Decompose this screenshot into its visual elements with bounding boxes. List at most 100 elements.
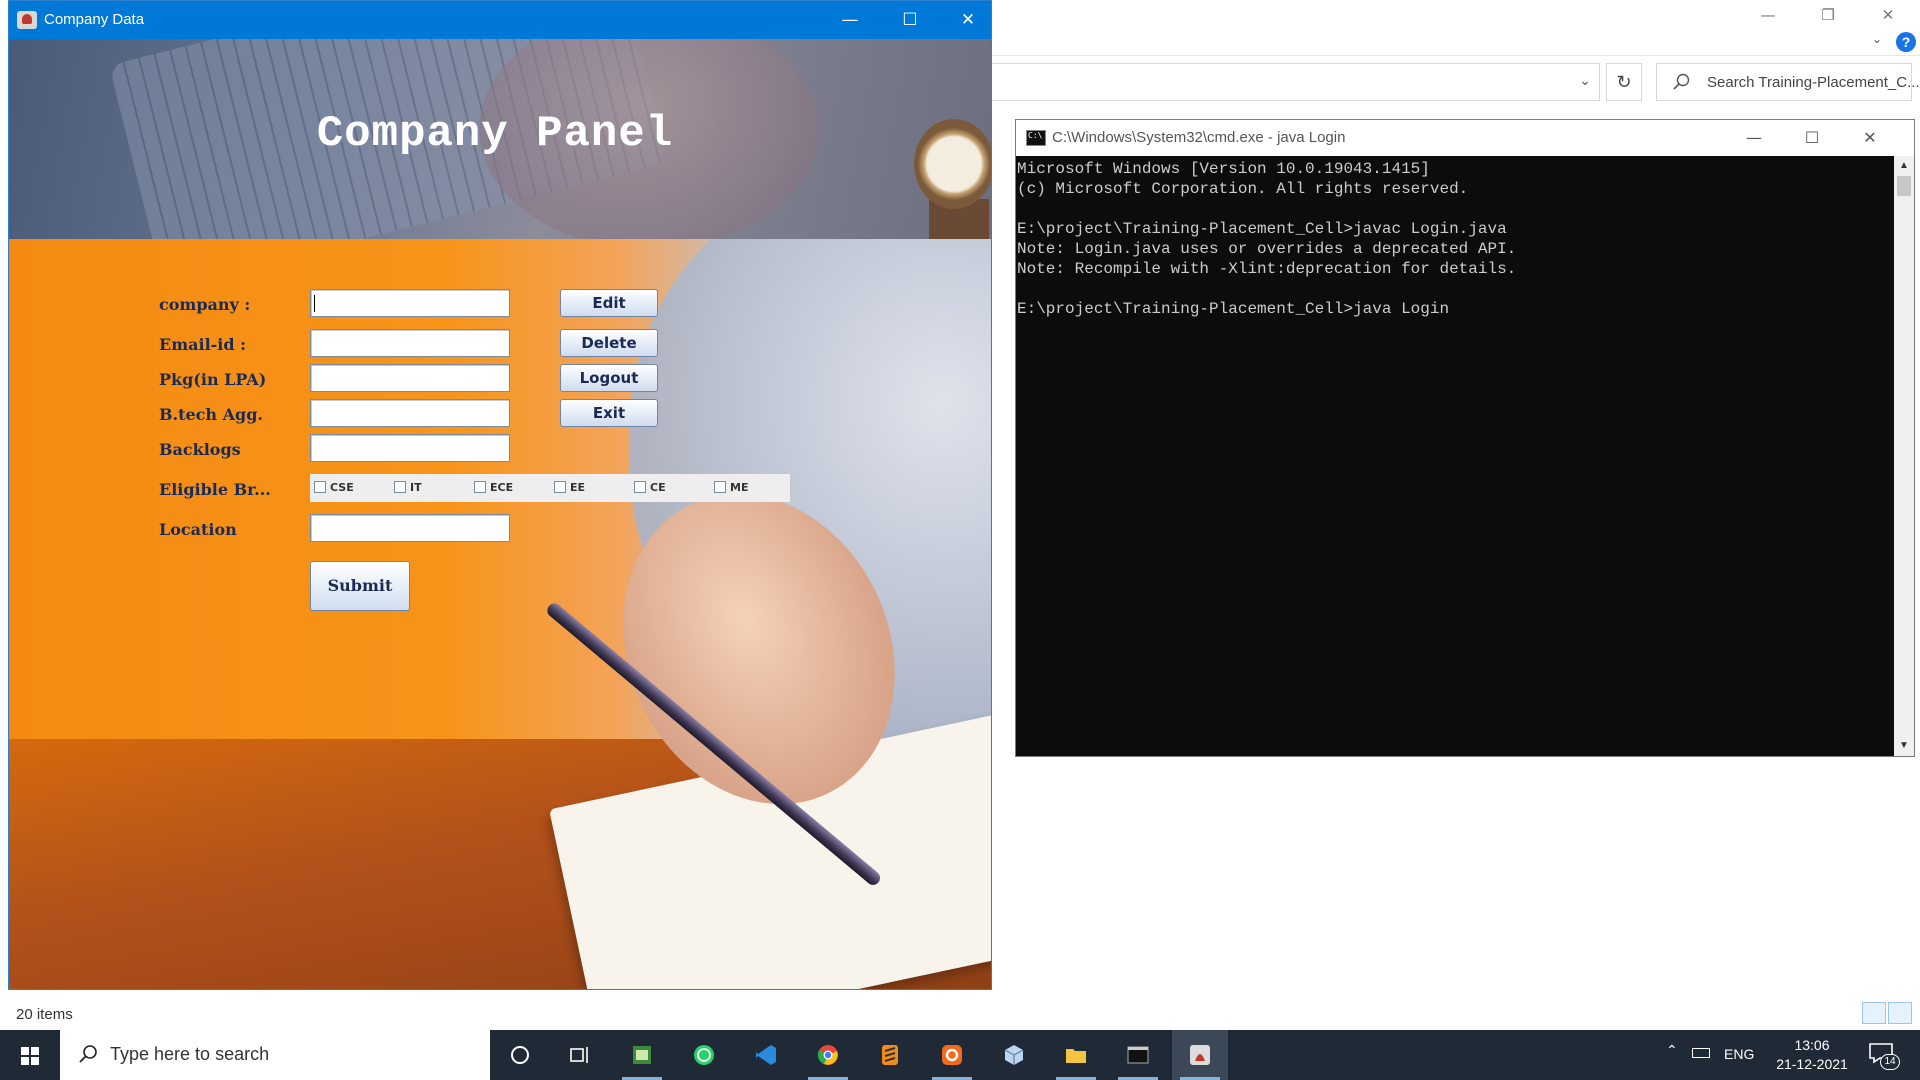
notepad-icon[interactable] — [614, 1030, 670, 1080]
checkbox-me[interactable]: ME — [714, 481, 748, 494]
checkbox-ee[interactable]: EE — [554, 481, 585, 494]
btech-field[interactable] — [310, 399, 510, 427]
exit-button[interactable]: Exit — [560, 399, 658, 427]
location-label: Location — [159, 520, 237, 539]
box-icon[interactable] — [986, 1030, 1042, 1080]
explorer-minimize-button[interactable]: — — [1740, 2, 1796, 28]
checkbox-label: IT — [410, 481, 422, 494]
checkbox-ece[interactable]: ECE — [474, 481, 513, 494]
clock[interactable]: 13:06 21-12-2021 — [1772, 1036, 1852, 1074]
sublime-icon[interactable] — [862, 1030, 918, 1080]
language-indicator[interactable]: ENG — [1724, 1046, 1754, 1062]
company-field[interactable] — [310, 289, 510, 317]
cmd-minimize-button[interactable]: — — [1726, 122, 1782, 154]
cmd-title: C:\Windows\System32\cmd.exe - java Login — [1052, 129, 1346, 146]
cmd-titlebar[interactable]: C:\Windows\System32\cmd.exe - java Login… — [1016, 120, 1914, 156]
company-label: company : — [159, 295, 251, 314]
console-line: E:\project\Training-Placement_Cell>javac… — [1017, 220, 1507, 238]
search-icon — [1673, 73, 1690, 90]
whatsapp-icon[interactable] — [676, 1030, 732, 1080]
page-title: Company Panel — [316, 109, 674, 159]
file-explorer-icon[interactable] — [1048, 1030, 1104, 1080]
cmd-close-button[interactable]: ✕ — [1842, 122, 1898, 154]
email-label: Email-id : — [159, 335, 247, 354]
details-view-icon[interactable] — [1862, 1002, 1886, 1024]
checkbox-label: ME — [730, 481, 749, 494]
pkg-field[interactable] — [310, 364, 510, 392]
backlogs-field[interactable] — [310, 434, 510, 462]
btech-label: B.tech Agg. — [159, 405, 263, 424]
taskbar-search-input[interactable]: Type here to search — [60, 1030, 490, 1080]
cortana-icon[interactable] — [492, 1030, 548, 1080]
battery-icon[interactable] — [1692, 1048, 1710, 1058]
clock-date: 21-12-2021 — [1776, 1056, 1848, 1072]
console-line: E:\project\Training-Placement_Cell>java … — [1017, 300, 1450, 318]
cmd-scrollbar[interactable]: ▲ ▼ — [1894, 156, 1914, 756]
cmd-icon — [1026, 130, 1046, 146]
edit-button[interactable]: Edit — [560, 289, 658, 317]
checkbox-icon — [474, 481, 486, 493]
scroll-down-icon[interactable]: ▼ — [1894, 736, 1914, 756]
explorer-restore-button[interactable]: ❐ — [1800, 2, 1856, 28]
cmd-maximize-button[interactable]: ☐ — [1784, 122, 1840, 154]
help-icon[interactable]: ? — [1896, 32, 1916, 52]
checkbox-it[interactable]: IT — [394, 481, 422, 494]
delete-button[interactable]: Delete — [560, 329, 658, 357]
app-close-button[interactable]: ✕ — [939, 1, 991, 39]
checkbox-icon — [634, 481, 646, 493]
xampp-icon[interactable] — [924, 1030, 980, 1080]
java-app-icon — [17, 11, 37, 29]
console-line: Note: Login.java uses or overrides a dep… — [1017, 240, 1517, 258]
checkbox-icon — [554, 481, 566, 493]
explorer-item-count: 20 items — [16, 1006, 73, 1023]
eligible-branches-label: Eligible Br... — [159, 480, 271, 499]
branch-checkbox-group: CSE IT ECE EE CE ME — [310, 474, 790, 502]
start-button[interactable] — [0, 1030, 60, 1080]
checkbox-cse[interactable]: CSE — [314, 481, 354, 494]
ribbon-divider — [990, 55, 1920, 56]
console-line: Microsoft Windows [Version 10.0.19043.14… — [1017, 160, 1430, 178]
header-banner: Company Panel — [9, 39, 991, 239]
vscode-icon[interactable] — [738, 1030, 794, 1080]
search-icon — [79, 1045, 97, 1063]
windows-logo-icon — [21, 1047, 39, 1065]
logout-button[interactable]: Logout — [560, 364, 658, 392]
app-titlebar[interactable]: Company Data — ☐ ✕ — [9, 1, 991, 39]
form-panel: company : Email-id : Pkg(in LPA) B.tech … — [9, 239, 991, 989]
refresh-button[interactable]: ↻ — [1606, 63, 1642, 101]
checkbox-label: EE — [570, 481, 586, 494]
checkbox-icon — [714, 481, 726, 493]
view-toggle — [1860, 1002, 1912, 1029]
location-field[interactable] — [310, 514, 510, 542]
checkbox-label: CSE — [330, 481, 354, 494]
java-app-taskbar-icon[interactable] — [1172, 1030, 1228, 1080]
cmd-window: C:\Windows\System32\cmd.exe - java Login… — [1015, 119, 1915, 757]
company-data-window: Company Data — ☐ ✕ Company Panel company… — [8, 0, 992, 990]
notification-count-badge: 14 — [1880, 1054, 1900, 1070]
address-bar[interactable]: ⌄ — [990, 63, 1600, 101]
taskbar: Type here to search ⌃ ENG 13:06 21-12-20… — [0, 1030, 1920, 1080]
app-maximize-button[interactable]: ☐ — [881, 1, 939, 39]
console-line: (c) Microsoft Corporation. All rights re… — [1017, 180, 1469, 198]
chevron-up-icon[interactable]: ⌃ — [1666, 1042, 1678, 1059]
submit-button[interactable]: Submit — [310, 561, 410, 611]
explorer-close-button[interactable]: ✕ — [1860, 2, 1916, 28]
console-output[interactable]: Microsoft Windows [Version 10.0.19043.14… — [1017, 156, 1893, 756]
scroll-up-icon[interactable]: ▲ — [1894, 156, 1914, 176]
email-field[interactable] — [310, 329, 510, 357]
scroll-thumb[interactable] — [1897, 176, 1911, 196]
console-line: Note: Recompile with -Xlint:deprecation … — [1017, 260, 1517, 278]
ribbon-collapse-icon[interactable]: ⌄ — [1872, 32, 1882, 46]
checkbox-ce[interactable]: CE — [634, 481, 666, 494]
explorer-search-input[interactable]: Search Training-Placement_C... — [1656, 63, 1920, 101]
task-view-icon[interactable] — [552, 1030, 608, 1080]
taskbar-search-placeholder: Type here to search — [110, 1044, 270, 1064]
terminal-icon[interactable] — [1110, 1030, 1166, 1080]
large-icons-view-icon[interactable] — [1888, 1002, 1912, 1024]
app-minimize-button[interactable]: — — [821, 1, 879, 39]
chrome-icon[interactable] — [800, 1030, 856, 1080]
chevron-down-icon[interactable]: ⌄ — [1579, 72, 1591, 89]
checkbox-label: ECE — [490, 481, 514, 494]
